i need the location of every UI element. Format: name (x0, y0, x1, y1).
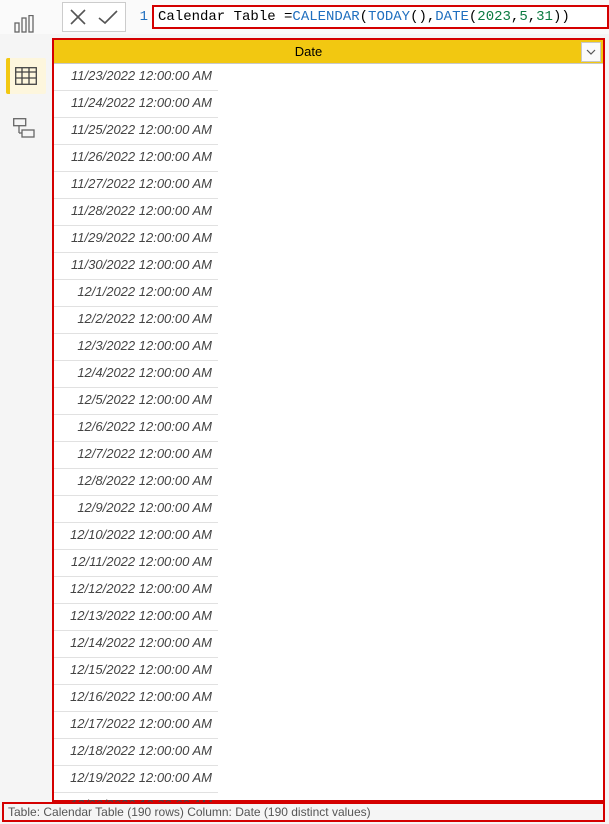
data-area: Date 11/23/2022 12:00:00 AM11/24/2022 12… (52, 38, 605, 800)
table-row[interactable]: 11/25/2022 12:00:00 AM (54, 118, 218, 145)
table-row[interactable]: 12/1/2022 12:00:00 AM (54, 280, 218, 307)
table-row[interactable]: 11/23/2022 12:00:00 AM (54, 64, 218, 91)
formula-bar: 1 Calendar Table = CALENDAR(TODAY(),DATE… (0, 0, 609, 34)
table-row[interactable]: 12/19/2022 12:00:00 AM (54, 766, 218, 793)
check-icon (97, 8, 119, 26)
column-filter-button[interactable] (581, 42, 601, 62)
formula-commit-controls (62, 2, 126, 32)
data-rows: 11/23/2022 12:00:00 AM11/24/2022 12:00:0… (54, 64, 603, 820)
column-header-label: Date (54, 44, 581, 59)
table-row[interactable]: 12/17/2022 12:00:00 AM (54, 712, 218, 739)
table-row[interactable]: 12/12/2022 12:00:00 AM (54, 577, 218, 604)
table-row[interactable]: 11/30/2022 12:00:00 AM (54, 253, 218, 280)
table-row[interactable]: 12/6/2022 12:00:00 AM (54, 415, 218, 442)
status-bar: Table: Calendar Table (190 rows) Column:… (2, 802, 605, 822)
table-row[interactable]: 12/7/2022 12:00:00 AM (54, 442, 218, 469)
table-row[interactable]: 12/5/2022 12:00:00 AM (54, 388, 218, 415)
table-row[interactable]: 12/4/2022 12:00:00 AM (54, 361, 218, 388)
table-row[interactable]: 12/8/2022 12:00:00 AM (54, 469, 218, 496)
model-view-nav[interactable] (4, 110, 44, 146)
table-icon (15, 67, 37, 85)
x-icon (69, 8, 87, 26)
data-grid: Date 11/23/2022 12:00:00 AM11/24/2022 12… (52, 38, 605, 802)
table-row[interactable]: 12/11/2022 12:00:00 AM (54, 550, 218, 577)
report-view-nav[interactable] (4, 6, 44, 42)
view-switcher (0, 2, 48, 146)
table-row[interactable]: 12/14/2022 12:00:00 AM (54, 631, 218, 658)
table-row[interactable]: 11/24/2022 12:00:00 AM (54, 91, 218, 118)
table-row[interactable]: 12/3/2022 12:00:00 AM (54, 334, 218, 361)
table-row[interactable]: 12/16/2022 12:00:00 AM (54, 685, 218, 712)
table-row[interactable]: 11/27/2022 12:00:00 AM (54, 172, 218, 199)
table-row[interactable]: 11/28/2022 12:00:00 AM (54, 199, 218, 226)
table-row[interactable]: 11/26/2022 12:00:00 AM (54, 145, 218, 172)
table-row[interactable]: 11/29/2022 12:00:00 AM (54, 226, 218, 253)
formula-input[interactable]: Calendar Table = CALENDAR(TODAY(),DATE(2… (152, 5, 609, 29)
table-row[interactable]: 12/9/2022 12:00:00 AM (54, 496, 218, 523)
table-row[interactable]: 12/2/2022 12:00:00 AM (54, 307, 218, 334)
chevron-down-icon (586, 49, 596, 55)
table-row[interactable]: 12/13/2022 12:00:00 AM (54, 604, 218, 631)
commit-formula-button[interactable] (97, 8, 119, 26)
bar-chart-icon (14, 15, 34, 33)
model-icon (13, 118, 35, 138)
cancel-formula-button[interactable] (69, 8, 87, 26)
data-view-nav[interactable] (6, 58, 46, 94)
table-row[interactable]: 12/18/2022 12:00:00 AM (54, 739, 218, 766)
table-row[interactable]: 12/15/2022 12:00:00 AM (54, 658, 218, 685)
column-header[interactable]: Date (54, 40, 603, 64)
table-row[interactable]: 12/10/2022 12:00:00 AM (54, 523, 218, 550)
status-text: Table: Calendar Table (190 rows) Column:… (8, 805, 371, 819)
formula-line-number: 1 (134, 9, 148, 25)
